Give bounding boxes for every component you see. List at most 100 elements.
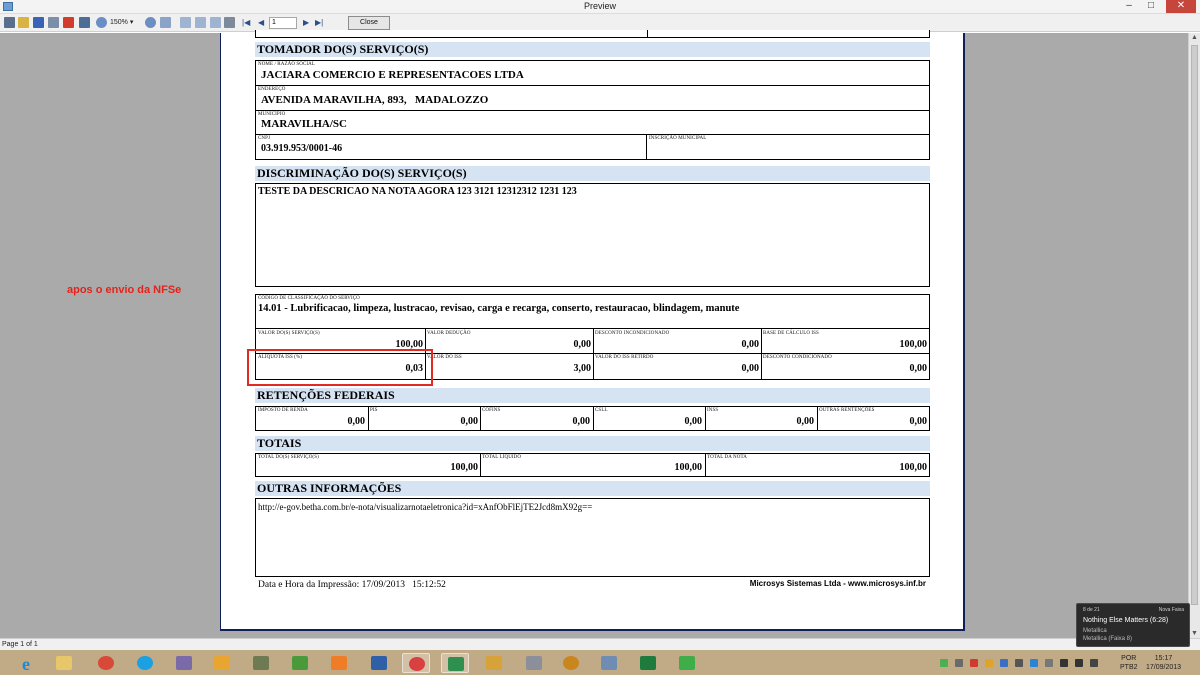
valor-deducao-value: 0,00 <box>573 339 592 350</box>
network-icon[interactable] <box>673 653 701 673</box>
grid-app-icon[interactable] <box>480 653 508 673</box>
total-nota-label: TOTAL DA NOTA <box>707 455 747 460</box>
tray-icon[interactable] <box>1030 659 1038 667</box>
fit-page-icon[interactable] <box>160 17 171 28</box>
single-page-icon[interactable] <box>180 17 191 28</box>
ir-value: 0,00 <box>347 416 366 427</box>
zoom-select[interactable]: 150% ▾ <box>110 17 140 29</box>
chrome-icon[interactable] <box>92 653 120 673</box>
inss-label: INSS <box>707 408 719 413</box>
clock-date: 17/09/2013 <box>1146 664 1182 671</box>
valor-deducao-label: VALOR DEDUÇÃO <box>427 331 471 336</box>
keyboard-layout: PTB2 <box>1120 664 1138 671</box>
scroll-up-icon[interactable]: ▲ <box>1191 34 1198 41</box>
iss-retido-value: 0,00 <box>741 363 760 374</box>
scroll-down-icon[interactable]: ▼ <box>1191 630 1198 637</box>
outlook-icon[interactable] <box>208 653 236 673</box>
zoom-icon[interactable] <box>96 17 107 28</box>
vertical-scrollbar[interactable]: ▲ ▼ <box>1188 33 1200 638</box>
tray-icon[interactable] <box>985 659 993 667</box>
battery-icon[interactable] <box>1090 659 1098 667</box>
xampp-icon[interactable] <box>325 653 353 673</box>
volume-icon[interactable] <box>1075 659 1083 667</box>
media-notification[interactable]: 8 de 21 Nova Faixa Nothing Else Matters … <box>1076 603 1190 647</box>
tray-icon[interactable] <box>1015 659 1023 667</box>
total-servicos-value: 100,00 <box>450 462 479 473</box>
chart-app-icon[interactable] <box>441 653 469 673</box>
divider <box>817 406 818 431</box>
close-button[interactable]: Close <box>348 16 390 30</box>
divider <box>761 328 762 380</box>
window-close-button[interactable]: ✕ <box>1166 0 1196 13</box>
paint-icon[interactable] <box>520 653 548 673</box>
annotation-text: apos o envio da NFSe <box>67 284 182 296</box>
divider <box>705 406 706 431</box>
edit-icon[interactable] <box>224 17 235 28</box>
file-explorer-icon[interactable] <box>50 653 78 673</box>
calculator-icon[interactable] <box>595 653 623 673</box>
clock-time: 15:17 <box>1154 655 1173 662</box>
page-number-input[interactable]: 1 <box>269 17 297 29</box>
clock[interactable]: 15:17 17/09/2013 <box>1146 654 1181 672</box>
inss-value: 0,00 <box>796 416 815 427</box>
track-source: Nova Faixa <box>1158 607 1184 613</box>
inscricao-label: INSCRIÇÃO MUNICIPAL <box>649 136 707 141</box>
municipio-value: MARAVILHA/SC <box>261 118 347 130</box>
desconto-cond-value: 0,00 <box>909 363 928 374</box>
minimize-button[interactable]: – <box>1119 0 1139 13</box>
first-page-icon[interactable]: |◀ <box>242 17 250 29</box>
divider <box>255 110 930 111</box>
export-icon[interactable] <box>48 17 59 28</box>
song-artist: Metallica <box>1083 628 1107 634</box>
pdf-icon[interactable] <box>63 17 74 28</box>
track-position: 8 de 21 <box>1083 607 1100 613</box>
app-icon-3[interactable] <box>402 653 430 673</box>
maximize-button[interactable]: □ <box>1141 0 1161 13</box>
continuous-icon[interactable] <box>210 17 221 28</box>
endereco-label: ENDEREÇO <box>258 87 286 92</box>
open-icon[interactable] <box>18 17 29 28</box>
tray-icon[interactable] <box>1000 659 1008 667</box>
municipio-label: MUNICÍPIO <box>258 112 286 117</box>
section-heading-discriminacao: DISCRIMINAÇÃO DO(S) SERVIÇO(S) <box>255 166 930 181</box>
tray-icon[interactable] <box>940 659 948 667</box>
divider <box>368 406 369 431</box>
print-datetime: Data e Hora da Impressão: 17/09/2013 15:… <box>258 580 446 590</box>
base-calculo-value: 100,00 <box>899 339 928 350</box>
scroll-thumb[interactable] <box>1191 45 1198 605</box>
section-heading-outras: OUTRAS INFORMAÇÕES <box>255 481 930 496</box>
tray-icon[interactable] <box>970 659 978 667</box>
excel-icon[interactable] <box>634 653 662 673</box>
tray-icon[interactable] <box>1045 659 1053 667</box>
codigo-label: CÓDIGO DE CLASSIFICAÇÃO DO SERVIÇO <box>258 296 360 301</box>
multi-page-icon[interactable] <box>195 17 206 28</box>
language-indicator[interactable]: POR PTB2 <box>1120 654 1138 672</box>
outras-retencoes-value: 0,00 <box>909 416 928 427</box>
skype-icon[interactable] <box>131 653 159 673</box>
total-liquido-label: TOTAL LÍQUIDO <box>482 455 522 460</box>
app-icon[interactable] <box>170 653 198 673</box>
zoom-out-icon[interactable] <box>145 17 156 28</box>
tools-icon[interactable] <box>247 653 275 673</box>
tray-icon[interactable] <box>955 659 963 667</box>
divider <box>255 134 930 135</box>
network-status-icon[interactable] <box>1060 659 1068 667</box>
save-icon[interactable] <box>33 17 44 28</box>
divider <box>480 406 481 431</box>
divider <box>647 30 648 38</box>
cnpj-value: 03.919.953/0001-46 <box>261 143 343 154</box>
nome-label: NOME / RAZÃO SOCIAL <box>258 62 316 67</box>
valor-servicos-label: VALOR DO(S) SERVIÇO(S) <box>258 331 320 336</box>
last-page-icon[interactable]: ▶| <box>315 17 323 29</box>
app-icon-2[interactable] <box>365 653 393 673</box>
game-icon[interactable] <box>557 653 585 673</box>
next-page-icon[interactable]: ▶ <box>303 17 309 29</box>
taskbar: e POR PTB2 15:17 17/09/2013 <box>0 650 1200 675</box>
section-heading-tomador: TOMADOR DO(S) SERVIÇO(S) <box>255 42 930 57</box>
previous-page-icon[interactable]: ◀ <box>258 17 264 29</box>
internet-explorer-icon[interactable]: e <box>18 653 42 674</box>
print-icon[interactable] <box>4 17 15 28</box>
iss-retido-label: VALOR DO ISS RETIRDO <box>595 355 654 360</box>
find-icon[interactable] <box>79 17 90 28</box>
project-icon[interactable] <box>286 653 314 673</box>
